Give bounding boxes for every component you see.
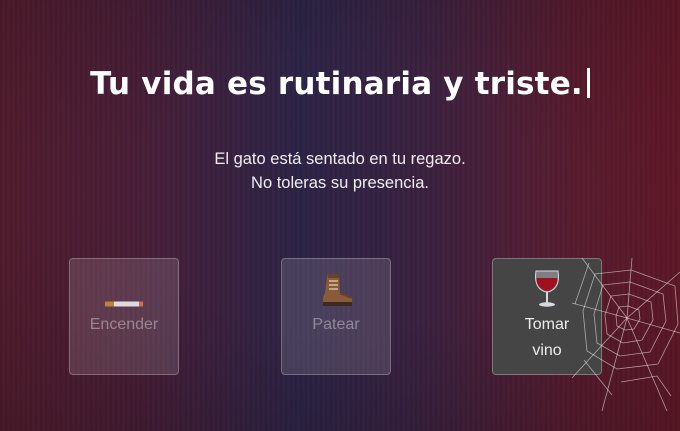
spider-web-decoration xyxy=(572,258,680,411)
choice-label-encender: Encender xyxy=(89,316,159,333)
choice-label-patear: Patear xyxy=(312,316,360,333)
description-line-2: No toleras su presencia. xyxy=(251,174,429,192)
title-text: Tu vida es rutinaria y triste. xyxy=(90,66,583,102)
description-line-1: El gato está sentado en tu regazo. xyxy=(214,150,466,168)
boot-icon xyxy=(282,271,390,309)
text-cursor xyxy=(586,68,590,98)
choice-button-encender: Encender xyxy=(69,258,179,375)
cigarette-icon xyxy=(70,299,178,309)
choice-button-patear: Patear xyxy=(281,258,391,375)
description: El gato está sentado en tu regazo. No to… xyxy=(0,147,680,195)
page-title: Tu vida es rutinaria y triste. xyxy=(0,66,680,102)
